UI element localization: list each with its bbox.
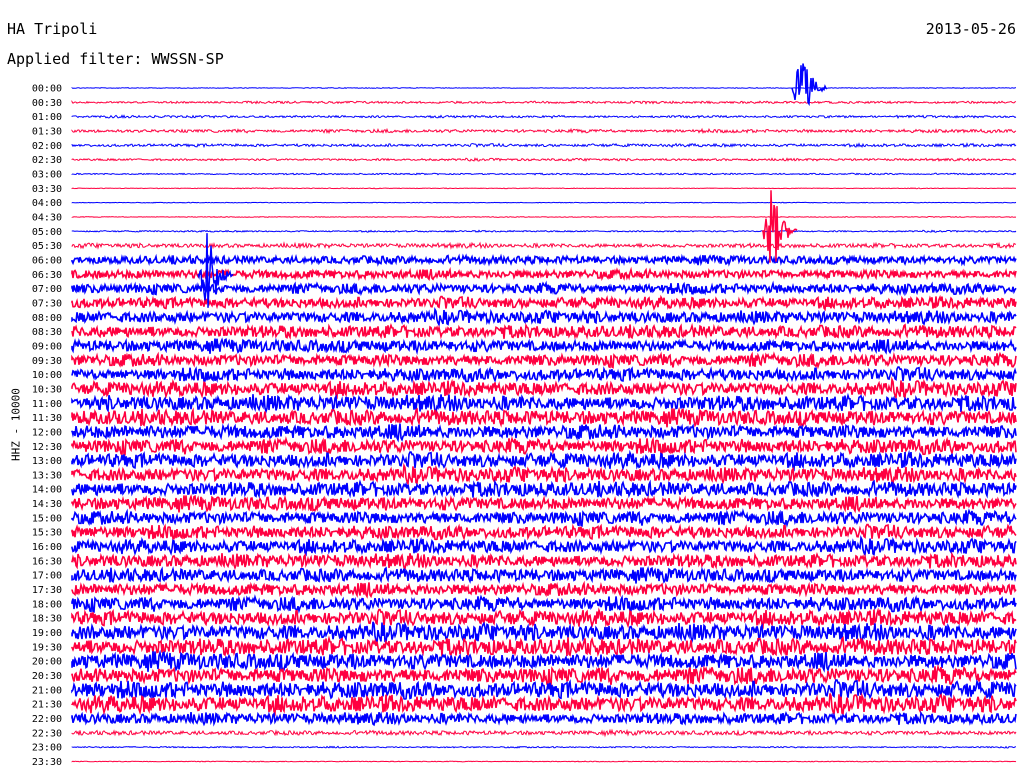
- trace-1300: [71, 449, 1017, 472]
- trace-0600: [71, 253, 1017, 267]
- time-label-1600: 16:00: [32, 542, 62, 553]
- traces-group: [71, 63, 1017, 763]
- time-label-1830: 18:30: [32, 614, 62, 625]
- trace-0900: [71, 337, 1017, 356]
- time-label-1300: 13:00: [32, 456, 62, 467]
- time-label-0730: 07:30: [32, 298, 62, 309]
- time-label-1400: 14:00: [32, 485, 62, 496]
- time-label-1000: 10:00: [32, 370, 62, 381]
- time-label-1530: 15:30: [32, 528, 62, 539]
- time-label-0030: 00:30: [32, 98, 62, 109]
- time-label-1330: 13:30: [32, 470, 62, 481]
- trace-0700: [71, 280, 1017, 297]
- trace-1930: [71, 635, 1017, 657]
- trace-1530: [71, 523, 1017, 542]
- time-label-0530: 05:30: [32, 241, 62, 252]
- trace-0500: [71, 229, 1017, 233]
- time-label-1030: 10:30: [32, 384, 62, 395]
- time-label-0930: 09:30: [32, 356, 62, 367]
- time-label-0700: 07:00: [32, 284, 62, 295]
- trace-0430: [71, 216, 1017, 218]
- time-label-0300: 03:00: [32, 169, 62, 180]
- trace-0200: [71, 142, 1017, 149]
- trace-0130: [71, 127, 1017, 135]
- time-label-1800: 18:00: [32, 599, 62, 610]
- time-label-1500: 15:00: [32, 513, 62, 524]
- trace-1500: [71, 508, 1017, 528]
- trace-0000: [71, 86, 1016, 90]
- time-label-0330: 03:30: [32, 184, 62, 195]
- trace-1230: [71, 435, 1017, 456]
- trace-1200: [71, 422, 1017, 443]
- trace-1400: [71, 479, 1017, 499]
- time-label-0000: 00:00: [32, 84, 62, 95]
- trace-2030: [71, 664, 1017, 687]
- trace-2300: [71, 745, 1017, 749]
- time-label-1200: 12:00: [32, 427, 62, 438]
- trace-1130: [71, 407, 1017, 428]
- trace-2100: [71, 678, 1017, 700]
- time-labels-group: 00:00 00:30 01:00 01:30 02:00 02:30 03:00 03:30…: [32, 84, 62, 769]
- time-label-1700: 17:00: [32, 571, 62, 582]
- trace-0730: [71, 294, 1017, 312]
- trace-0930: [71, 351, 1017, 370]
- trace-2330: [71, 760, 1017, 763]
- trace-0530: [71, 241, 1017, 250]
- time-label-1730: 17:30: [32, 585, 62, 596]
- trace-1100: [71, 392, 1017, 415]
- time-label-2100: 21:00: [32, 685, 62, 696]
- time-label-1930: 19:30: [32, 642, 62, 653]
- trace-1700: [71, 566, 1017, 584]
- trace-0830: [71, 322, 1017, 340]
- time-label-1230: 12:30: [32, 442, 62, 453]
- time-label-2130: 21:30: [32, 700, 62, 711]
- trace-0300: [71, 172, 1017, 176]
- trace-2230: [71, 728, 1017, 738]
- time-label-0800: 08:00: [32, 313, 62, 324]
- trace-1730: [71, 580, 1017, 599]
- time-label-1630: 16:30: [32, 556, 62, 567]
- trace-0230: [71, 157, 1017, 162]
- time-label-0200: 02:00: [32, 141, 62, 152]
- time-label-0230: 02:30: [32, 155, 62, 166]
- time-label-0100: 01:00: [32, 112, 62, 123]
- trace-0030: [71, 100, 1017, 105]
- time-label-1900: 19:00: [32, 628, 62, 639]
- time-label-0600: 06:00: [32, 255, 62, 266]
- time-label-2030: 20:30: [32, 671, 62, 682]
- trace-1030: [71, 376, 1017, 401]
- trace-0330: [71, 187, 1017, 190]
- trace-1000: [71, 366, 1017, 384]
- trace-1800: [71, 594, 1017, 614]
- time-label-0900: 09:00: [32, 341, 62, 352]
- event-spike-2: [761, 190, 798, 263]
- time-label-2300: 23:00: [32, 743, 62, 754]
- event-spike-1: [791, 63, 828, 107]
- trace-1900: [71, 620, 1017, 644]
- time-label-0830: 08:30: [32, 327, 62, 338]
- time-label-0500: 05:00: [32, 227, 62, 238]
- time-label-1100: 11:00: [32, 399, 62, 410]
- time-label-2330: 23:30: [32, 757, 62, 768]
- helicorder-plot: 00:00 00:30 01:00 01:30 02:00 02:30 03:00 03:30…: [32, 63, 1017, 769]
- time-label-1430: 14:30: [32, 499, 62, 510]
- trace-0100: [71, 114, 1017, 120]
- time-label-0630: 06:30: [32, 270, 62, 281]
- time-label-2000: 20:00: [32, 657, 62, 668]
- trace-2130: [71, 692, 1017, 717]
- time-label-0430: 04:30: [32, 212, 62, 223]
- time-label-0400: 04:00: [32, 198, 62, 209]
- time-label-2200: 22:00: [32, 714, 62, 725]
- time-label-0130: 01:30: [32, 126, 62, 137]
- trace-1600: [71, 535, 1017, 558]
- time-label-2230: 22:30: [32, 728, 62, 739]
- trace-0400: [71, 201, 1017, 204]
- time-label-1130: 11:30: [32, 413, 62, 424]
- trace-1430: [71, 493, 1017, 514]
- trace-2200: [71, 710, 1017, 727]
- trace-0800: [71, 307, 1017, 328]
